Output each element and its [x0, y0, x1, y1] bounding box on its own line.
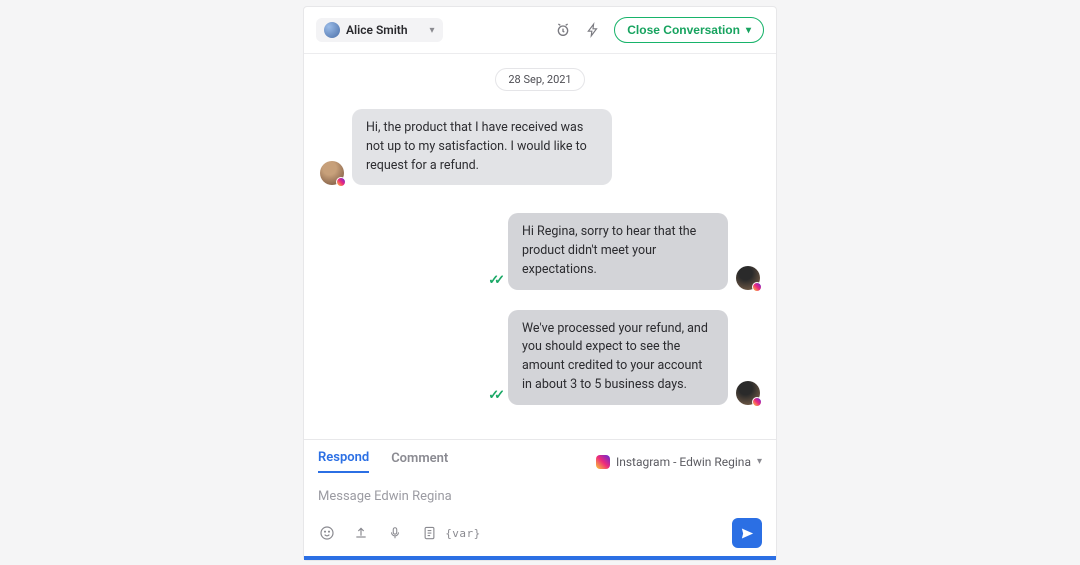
microphone-icon[interactable] — [386, 524, 404, 542]
close-conversation-label: Close Conversation — [627, 23, 740, 37]
conversation-body: 28 Sep, 2021 Hi, the product that I have… — [304, 54, 776, 439]
message-input[interactable]: Message Edwin Regina — [318, 473, 762, 518]
conversation-window: Alice Smith ▾ Close Conversation ▾ 2 — [303, 6, 777, 561]
channel-selector[interactable]: Instagram - Edwin Regina ▾ — [596, 455, 762, 469]
composer-toolbar: {var} — [318, 518, 762, 548]
instagram-badge-icon — [752, 397, 762, 407]
contact-avatar — [320, 161, 344, 185]
chevron-down-icon: ▾ — [746, 25, 751, 36]
chevron-down-icon: ▾ — [430, 25, 435, 36]
agent-avatar — [736, 381, 760, 405]
tab-respond[interactable]: Respond — [318, 450, 369, 473]
accent-bar — [304, 556, 776, 560]
variable-icon[interactable]: {var} — [454, 524, 472, 542]
message-row-inbound: Hi, the product that I have received was… — [320, 109, 760, 185]
assignee-avatar — [324, 22, 340, 38]
tab-comment[interactable]: Comment — [391, 451, 448, 472]
composer-tabs: Respond Comment Instagram - Edwin Regina… — [318, 450, 762, 473]
read-receipt-icon: ✓✓ — [488, 273, 500, 288]
instagram-badge-icon — [752, 282, 762, 292]
close-conversation-button[interactable]: Close Conversation ▾ — [614, 17, 764, 43]
date-separator-row: 28 Sep, 2021 — [320, 68, 760, 91]
emoji-icon[interactable] — [318, 524, 336, 542]
conversation-header: Alice Smith ▾ Close Conversation ▾ — [304, 7, 776, 54]
snooze-icon[interactable] — [554, 21, 572, 39]
snippet-icon[interactable] — [420, 524, 438, 542]
message-row-outbound: ✓✓ Hi Regina, sorry to hear that the pro… — [320, 213, 760, 289]
read-receipt-icon: ✓✓ — [488, 388, 500, 403]
upload-icon[interactable] — [352, 524, 370, 542]
header-actions: Close Conversation ▾ — [554, 17, 764, 43]
channel-label: Instagram - Edwin Regina — [616, 455, 751, 469]
composer: Respond Comment Instagram - Edwin Regina… — [304, 439, 776, 556]
message-bubble: Hi, the product that I have received was… — [352, 109, 612, 185]
send-button[interactable] — [732, 518, 762, 548]
message-bubble: We've processed your refund, and you sho… — [508, 310, 728, 405]
assignee-name: Alice Smith — [346, 23, 408, 37]
agent-avatar — [736, 266, 760, 290]
assignee-selector[interactable]: Alice Smith ▾ — [316, 18, 443, 42]
message-row-outbound: ✓✓ We've processed your refund, and you … — [320, 310, 760, 405]
date-separator: 28 Sep, 2021 — [495, 68, 584, 91]
instagram-badge-icon — [336, 177, 346, 187]
chevron-down-icon: ▾ — [757, 456, 762, 467]
instagram-icon — [596, 455, 610, 469]
bolt-icon[interactable] — [584, 21, 602, 39]
message-bubble: Hi Regina, sorry to hear that the produc… — [508, 213, 728, 289]
